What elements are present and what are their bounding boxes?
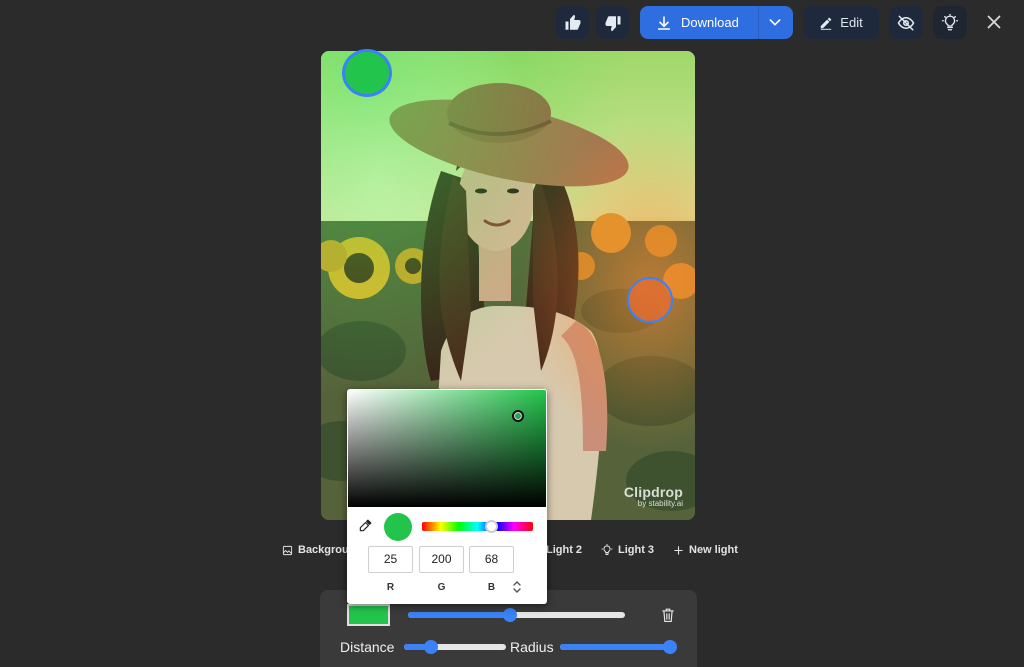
distance-slider-knob[interactable]	[423, 640, 438, 654]
color-picker-popover: 25 200 68 R G B	[347, 389, 547, 604]
edit-label: Edit	[840, 15, 863, 30]
blue-input[interactable]: 68	[469, 546, 514, 573]
light-color-swatch[interactable]	[347, 604, 390, 626]
saturation-value-area[interactable]	[348, 390, 546, 507]
light-bulb-icon	[601, 544, 613, 555]
red-input[interactable]: 25	[368, 546, 413, 573]
chevron-down-icon[interactable]	[767, 14, 783, 30]
tab-light-2-label: Light 2	[546, 544, 583, 556]
edit-icon	[821, 17, 832, 30]
thumbs-up-icon	[565, 14, 580, 30]
watermark-title: Clipdrop	[623, 484, 683, 500]
color-preview	[384, 513, 412, 541]
plus-icon	[674, 545, 683, 555]
radius-slider[interactable]	[560, 640, 677, 654]
download-divider	[758, 6, 759, 39]
download-button[interactable]: Download	[640, 6, 793, 39]
new-light-button[interactable]: New light	[673, 541, 738, 559]
tab-light-2[interactable]: Light 2	[546, 541, 582, 559]
edit-button[interactable]: Edit	[803, 6, 879, 39]
green-label: G	[437, 582, 446, 593]
up-down-toggle-icon[interactable]	[511, 580, 523, 594]
hue-slider-knob[interactable]	[484, 520, 498, 533]
watermark: Clipdrop by stability.ai	[624, 484, 683, 508]
eyedropper-icon[interactable]	[358, 519, 372, 533]
trash-icon[interactable]	[661, 607, 675, 623]
distance-slider[interactable]	[404, 640, 506, 654]
intensity-slider-fill	[408, 612, 510, 618]
image-icon	[282, 545, 293, 555]
close-icon[interactable]	[983, 11, 1005, 33]
new-light-label: New light	[689, 544, 738, 556]
light-handle-secondary[interactable]	[627, 277, 673, 323]
hue-slider[interactable]	[422, 520, 533, 533]
light-mode-button[interactable]	[933, 6, 967, 39]
radius-slider-knob[interactable]	[663, 640, 677, 654]
intensity-slider[interactable]	[408, 608, 625, 622]
red-label: R	[386, 582, 395, 593]
light-handle-active[interactable]	[342, 49, 392, 97]
thumbs-down-icon	[605, 15, 620, 31]
distance-label: Distance	[340, 639, 395, 655]
intensity-slider-knob[interactable]	[502, 608, 517, 622]
eye-off-icon	[897, 15, 915, 30]
thumbs-up-button[interactable]	[556, 6, 589, 39]
tab-light-3-label: Light 3	[618, 544, 655, 556]
radius-label: Radius	[510, 639, 554, 655]
hide-lights-button[interactable]	[889, 6, 923, 39]
thumbs-down-button[interactable]	[596, 6, 629, 39]
blue-label: B	[487, 582, 496, 593]
download-icon	[657, 15, 671, 30]
saturation-value-cursor[interactable]	[512, 410, 524, 422]
tab-light-3[interactable]: Light 3	[601, 541, 654, 559]
green-input[interactable]: 200	[419, 546, 464, 573]
radius-slider-fill	[560, 644, 670, 650]
watermark-subtitle: by stability.ai	[637, 499, 683, 508]
light-bulb-icon	[941, 13, 959, 30]
download-label: Download	[681, 15, 739, 30]
